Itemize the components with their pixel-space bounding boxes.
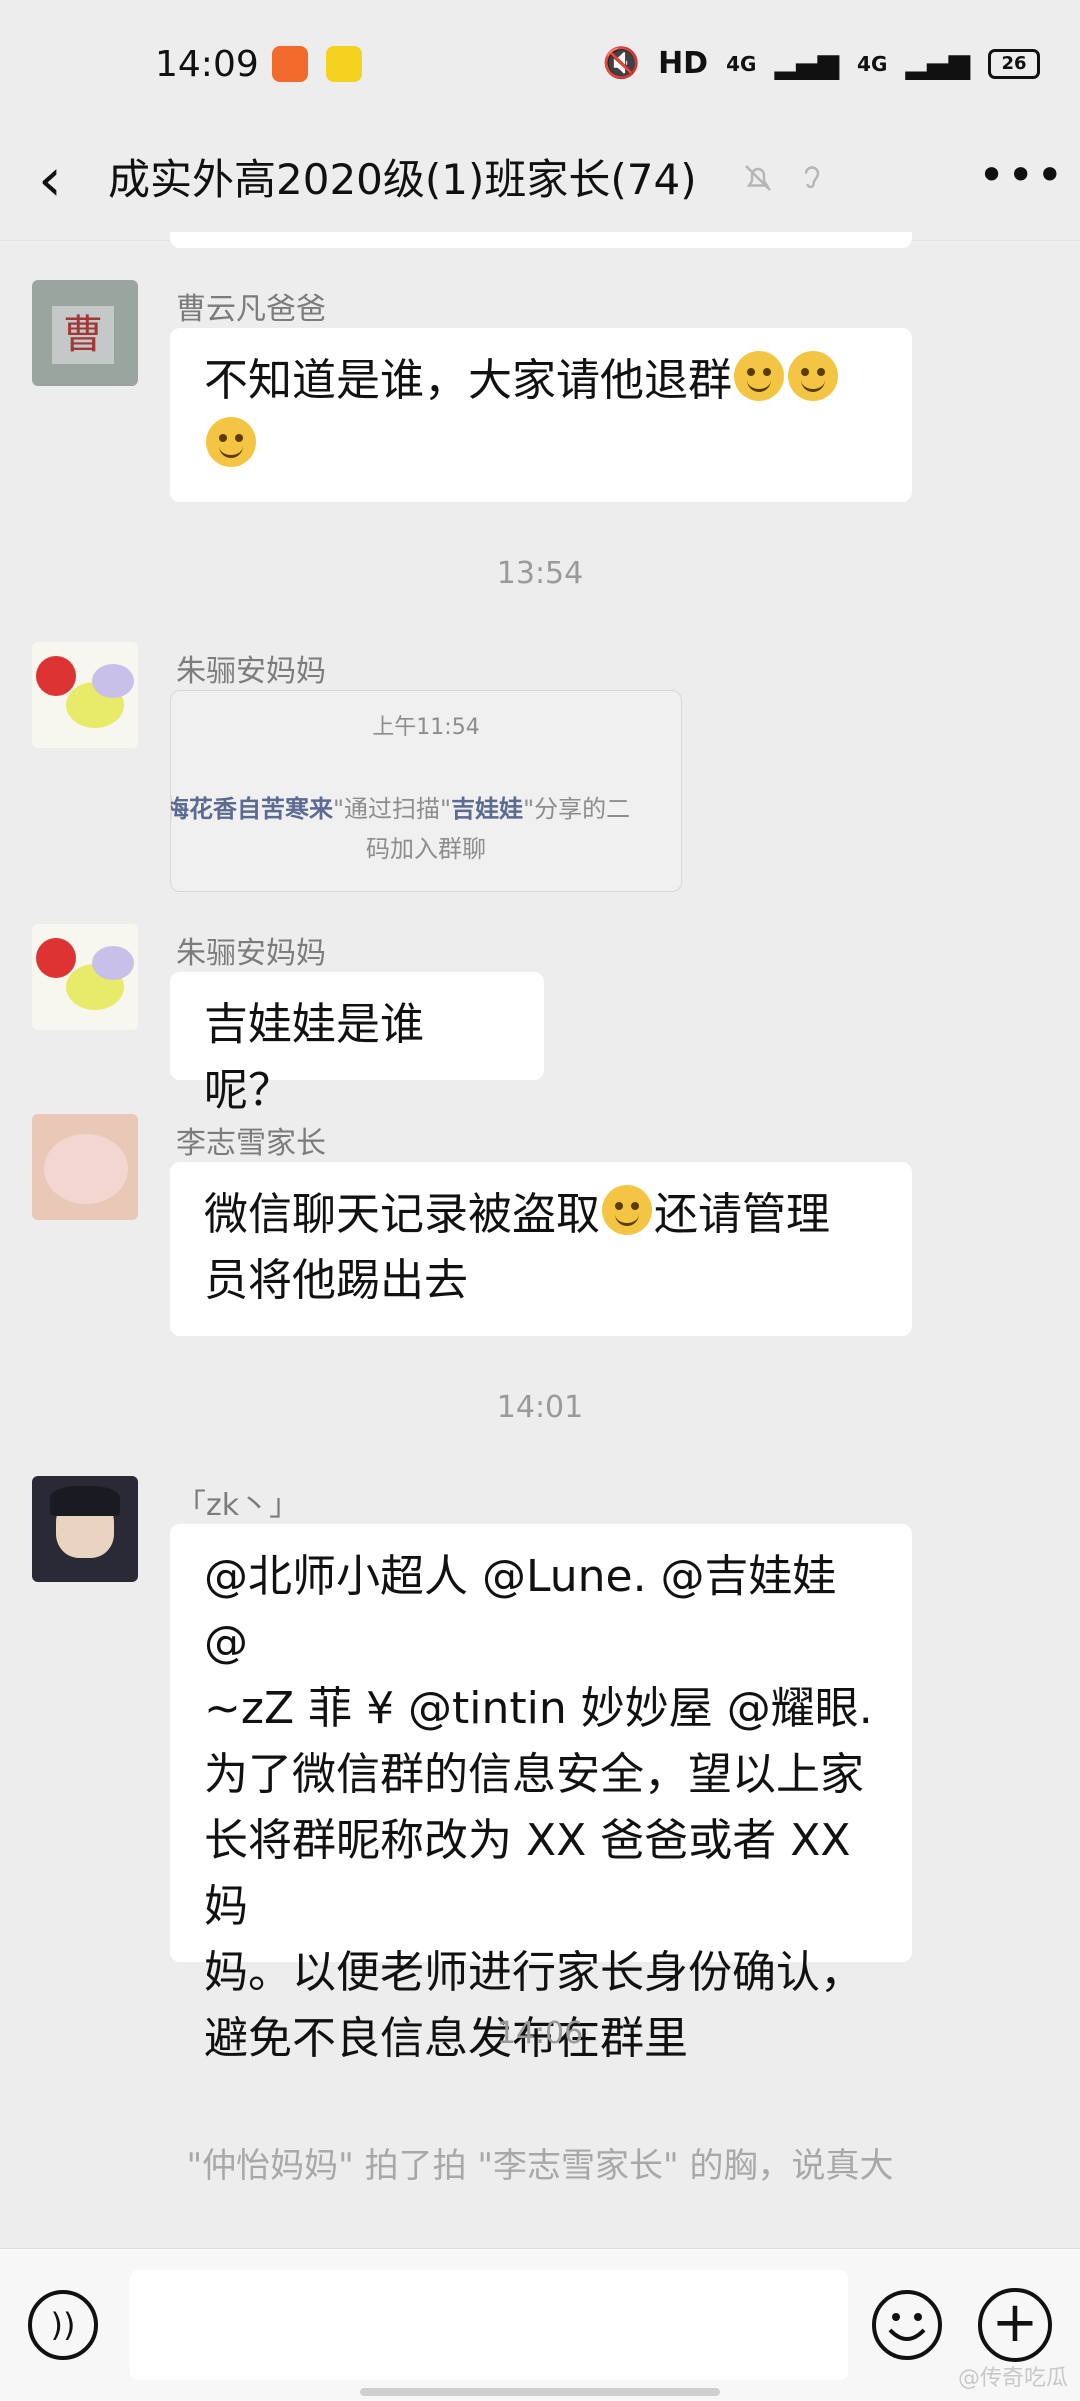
add-more-icon[interactable]: +: [978, 2288, 1052, 2362]
message-text: 吉娃娃是谁呢？: [204, 999, 424, 1116]
card-mid-text: "通过扫描": [333, 795, 452, 823]
smile-emoji-icon: [734, 351, 784, 401]
sender-name: 朱骊安妈妈: [176, 936, 326, 971]
back-icon[interactable]: ‹: [38, 150, 78, 210]
emoji-picker-icon[interactable]: [870, 2288, 944, 2362]
card-time: 上午11:54: [372, 715, 480, 740]
message-text: 不知道是谁，大家请他退群: [204, 355, 732, 406]
avatar[interactable]: [32, 924, 138, 1030]
message-line: ~zZ 菲 ¥ @tintin 妙妙屋 @耀眼.: [204, 1683, 873, 1734]
battery-icon: 26: [988, 48, 1040, 79]
avatar-char: 曹: [52, 306, 114, 364]
message-line: 长将群昵称改为 XX 爸爸或者 XX 妈: [204, 1815, 851, 1932]
hd-label: HD: [658, 46, 709, 81]
message-bubble[interactable]: 吉娃娃是谁呢？: [170, 972, 544, 1116]
avatar[interactable]: 曹: [32, 280, 138, 386]
sender-name: 曹云凡爸爸: [176, 292, 326, 327]
timestamp: 14:06: [496, 2016, 584, 2051]
avatar[interactable]: [32, 1476, 138, 1582]
message-text: 还请管理: [654, 1189, 830, 1240]
card-line-1: 梅花香自苦寒来"通过扫描"吉娃娃"分享的二: [170, 789, 631, 824]
card-name-2: 吉娃娃: [451, 795, 524, 823]
card-end-text: "分享的二: [523, 795, 631, 823]
shared-screenshot-card[interactable]: 上午11:54 梅花香自苦寒来"通过扫描"吉娃娃"分享的二 码加入群聊: [170, 690, 682, 892]
voice-input-icon[interactable]: )): [28, 2290, 98, 2360]
message-bubble[interactable]: 不知道是谁，大家请他退群: [170, 328, 912, 502]
avatar[interactable]: [32, 642, 138, 748]
message-input[interactable]: [130, 2270, 848, 2380]
smile-emoji-icon: [206, 417, 256, 467]
signal-2-icon: ▂▄▆: [905, 47, 970, 80]
more-options-icon[interactable]: •••: [978, 150, 1063, 206]
mute-status-icon: 🔇: [602, 46, 641, 81]
mute-bell-icon: [745, 165, 771, 191]
timestamp: 14:01: [496, 1390, 584, 1425]
avatar[interactable]: [32, 1114, 138, 1220]
smile-emoji-icon: [788, 351, 838, 401]
watermark: @传奇吃瓜: [957, 2366, 1068, 2391]
previous-bubble-edge: [170, 232, 912, 248]
message-bubble[interactable]: @北师小超人 @Lune. @吉娃娃 @ ~zZ 菲 ¥ @tintin 妙妙屋…: [170, 1524, 912, 2064]
smile-emoji-icon: [602, 1185, 652, 1235]
home-indicator: [360, 2388, 720, 2396]
sender-name: 「zk丶」: [176, 1488, 300, 1523]
signal-2-label: 4G: [857, 51, 888, 76]
pat-notice: "仲怡妈妈" 拍了拍 "李志雪家长" 的胸，说真大: [186, 2146, 894, 2186]
message-text: 员将他踢出去: [204, 1255, 468, 1306]
earpiece-icon: [804, 166, 820, 189]
message-bubble[interactable]: 微信聊天记录被盗取 还请管理 员将他踢出去: [170, 1162, 912, 1336]
chat-title: 成实外高2020级(1)班家长(74): [108, 155, 697, 204]
message-line: @北师小超人 @Lune. @吉娃娃 @: [204, 1551, 837, 1668]
signal-1-label: 4G: [726, 51, 757, 76]
message-line: 妈。以便老师进行家长身份确认，: [204, 1947, 864, 1998]
sender-name: 李志雪家长: [176, 1126, 326, 1161]
message-line: 为了微信群的信息安全，望以上家: [204, 1749, 864, 1800]
message-text: 微信聊天记录被盗取: [204, 1189, 600, 1240]
status-time: 14:09: [155, 44, 259, 85]
signal-1-icon: ▂▄▆: [774, 47, 840, 80]
qqmusic-app-icon: [326, 46, 362, 82]
sender-name: 朱骊安妈妈: [176, 654, 326, 689]
status-icons: 🔇 HD 4G ▂▄▆ 4G ▂▄▆ 26: [603, 46, 1040, 81]
timestamp: 13:54: [496, 556, 584, 591]
card-line-2: 码加入群聊: [366, 835, 486, 863]
kuaishou-app-icon: [272, 46, 308, 82]
card-name-1: 梅花香自苦寒来: [170, 795, 333, 823]
